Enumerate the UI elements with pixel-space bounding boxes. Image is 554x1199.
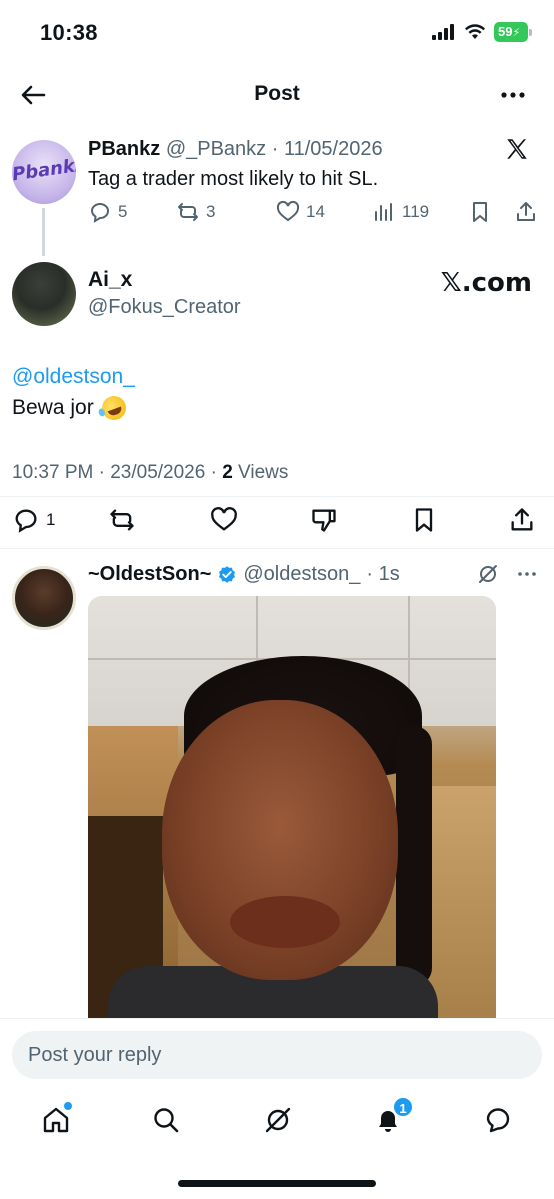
tab-bar: 1 (0, 1092, 554, 1162)
page-title: Post (254, 82, 300, 105)
status-icons: 59⚡ (432, 22, 532, 42)
battery-icon: 59⚡ (494, 22, 532, 42)
author-handle[interactable]: @Fokus_Creator (88, 296, 241, 319)
reply-post-controls (476, 562, 538, 586)
author-name[interactable]: PBankz (88, 138, 160, 160)
repost-icon (110, 509, 134, 531)
signal-icon (432, 24, 454, 40)
grok-icon (265, 1107, 291, 1133)
bookmark-button[interactable] (468, 200, 492, 224)
home-notification-dot (64, 1102, 72, 1110)
x-logo-icon (507, 139, 527, 159)
like-button[interactable] (210, 506, 238, 534)
tab-search[interactable] (146, 1100, 186, 1140)
tab-notifications[interactable]: 1 (368, 1096, 414, 1140)
divider (0, 496, 554, 497)
like-button[interactable]: 14 (276, 200, 325, 224)
heart-icon (211, 507, 237, 531)
quoted-post-actions: 5 3 14 119 (88, 200, 540, 232)
bookmark-button[interactable] (410, 506, 438, 534)
repost-button[interactable]: 3 (176, 200, 215, 224)
pbankz-avatar[interactable]: Pbankz (12, 140, 76, 204)
author-handle[interactable]: @_PBankz (166, 138, 266, 160)
bookmark-icon (473, 202, 487, 222)
reply-button[interactable]: 1 (12, 506, 55, 534)
wifi-icon (465, 24, 485, 39)
reply-button[interactable]: 5 (88, 200, 127, 224)
author-name[interactable]: ~OldestSon~ (88, 563, 211, 586)
share-button[interactable] (508, 506, 536, 534)
nav-bar: Post (0, 64, 554, 124)
post-date: 11/05/2026 (283, 138, 383, 160)
reply-icon (90, 203, 109, 223)
more-options-icon[interactable] (516, 563, 538, 585)
home-indicator[interactable] (178, 1180, 376, 1187)
share-icon (517, 202, 535, 221)
like-count: 14 (306, 202, 325, 221)
post-time: · 1s (366, 563, 400, 585)
status-bar: 10:38 59⚡ (0, 0, 554, 64)
reply-count: 5 (118, 202, 128, 221)
tab-home[interactable] (36, 1100, 76, 1140)
reply-post-header: ~OldestSon~ @oldestson_ · 1s (88, 563, 400, 586)
oldestson-avatar[interactable] (12, 566, 76, 630)
rolling-laughing-emoji-icon (98, 392, 130, 424)
main-post-actions: 1 (0, 500, 554, 540)
tab-messages[interactable] (478, 1100, 518, 1140)
post-body: Bewa jor (12, 392, 130, 424)
more-options-icon[interactable] (498, 80, 528, 110)
reply-bar: Post your reply (0, 1018, 554, 1092)
author-handle[interactable]: @oldestson_ (243, 563, 360, 586)
reply-icon (15, 509, 37, 533)
tab-grok[interactable] (258, 1100, 298, 1140)
repost-button[interactable] (108, 506, 136, 534)
ai-x-avatar[interactable] (12, 262, 76, 326)
views-button[interactable]: 119 (372, 200, 429, 224)
views-icon (375, 203, 392, 221)
messages-icon (486, 1108, 510, 1133)
search-icon (154, 1108, 179, 1133)
views-count[interactable]: 2 (222, 462, 233, 483)
heart-icon (276, 200, 300, 222)
dislike-button[interactable] (310, 506, 338, 534)
repost-count: 3 (206, 202, 216, 221)
post-timestamp: 10:37 PM · 23/05/2026 · (12, 462, 223, 483)
share-icon (511, 508, 533, 531)
xcom-watermark: 𝕏.com (440, 268, 532, 298)
quoted-post-text: Tag a trader most likely to hit SL. (88, 168, 379, 190)
repost-icon (178, 203, 198, 221)
views-label[interactable]: Views (233, 462, 288, 483)
post-meta: 10:37 PM · 23/05/2026 · 2 Views (12, 462, 288, 484)
reply-input[interactable]: Post your reply (12, 1031, 542, 1079)
post-media-image[interactable] (88, 596, 496, 1020)
grok-icon[interactable] (476, 562, 500, 586)
reply-count: 1 (46, 510, 56, 529)
status-time: 10:38 (40, 20, 98, 45)
bookmark-icon (415, 508, 433, 532)
post-text: Bewa jor (12, 396, 94, 419)
battery-level: 59 (498, 24, 513, 39)
author-name[interactable]: Ai_x (88, 268, 132, 292)
views-count: 119 (402, 202, 430, 221)
mention-link[interactable]: @oldestson_ (12, 365, 135, 389)
thumbs-down-icon (312, 509, 336, 532)
divider (0, 548, 554, 549)
notifications-badge: 1 (392, 1096, 414, 1118)
verified-badge-icon (219, 565, 236, 583)
thread-line (42, 208, 45, 256)
share-button[interactable] (514, 200, 538, 224)
quoted-post-header: PBankz @_PBankz · 11/05/2026 (88, 138, 383, 160)
